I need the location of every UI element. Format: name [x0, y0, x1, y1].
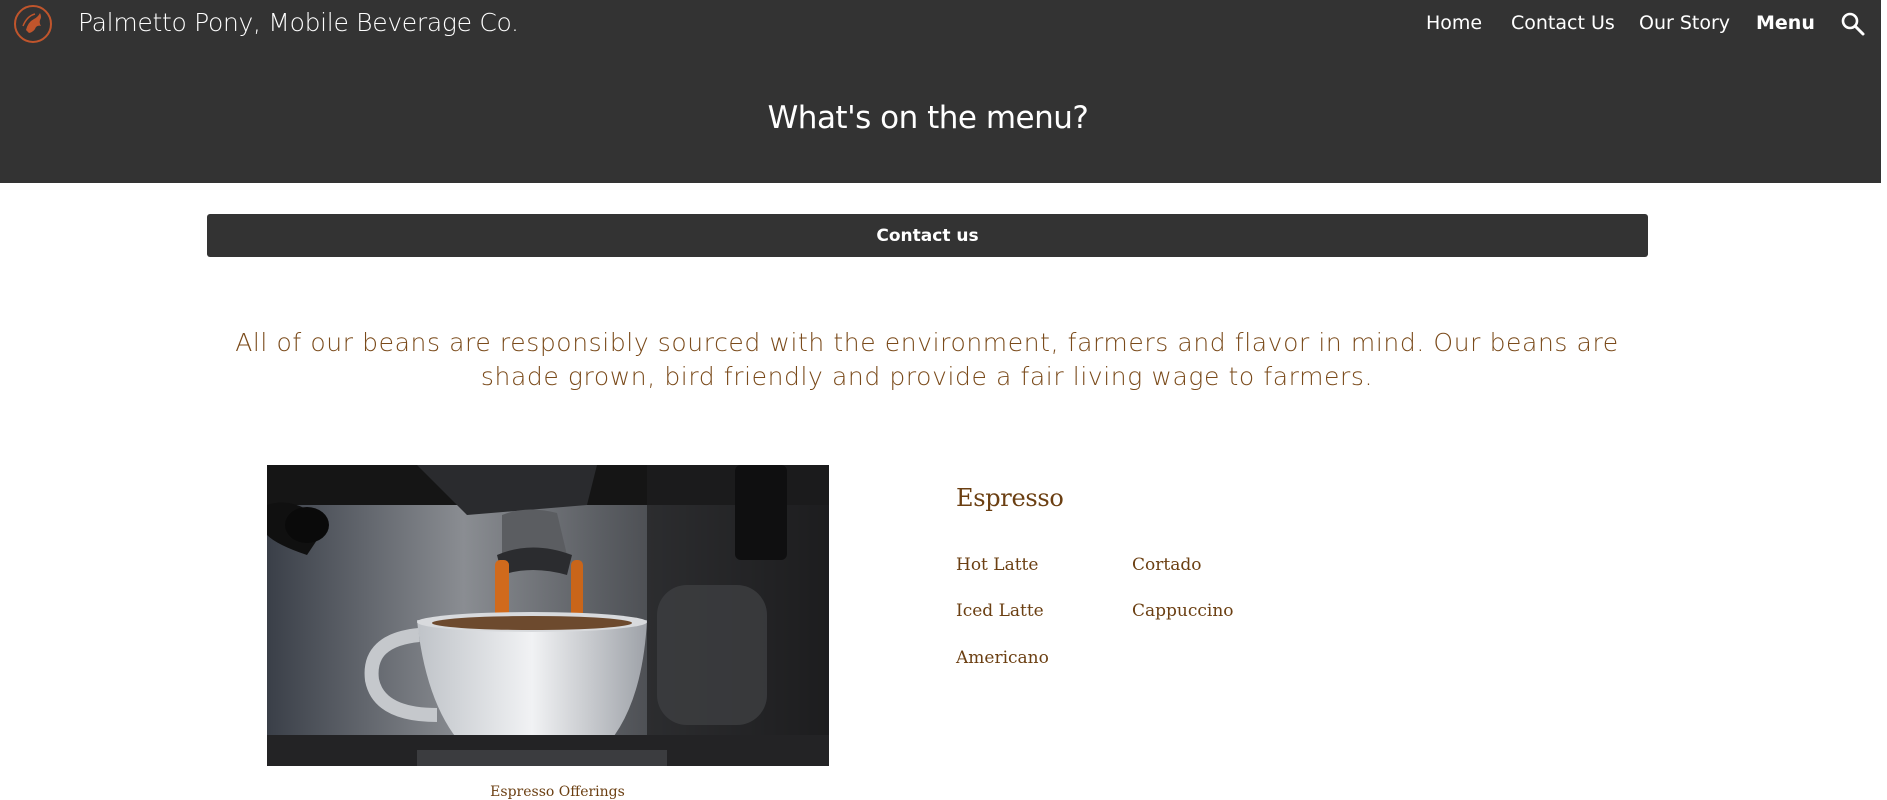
- menu-item-hot-latte: Hot Latte: [956, 555, 1039, 575]
- logo-icon[interactable]: [13, 4, 53, 44]
- scrollbar-track[interactable]: [1881, 0, 1887, 800]
- site-header: Palmetto Pony, Mobile Beverage Co. Home …: [0, 0, 1881, 183]
- nav-our-story[interactable]: Our Story: [1639, 12, 1730, 34]
- menu-item-iced-latte: Iced Latte: [956, 601, 1044, 621]
- nav-home[interactable]: Home: [1426, 12, 1482, 34]
- menu-item-cortado: Cortado: [1132, 555, 1202, 575]
- espresso-photo: [267, 465, 829, 766]
- espresso-heading: Espresso: [956, 484, 1064, 512]
- nav-contact-us[interactable]: Contact Us: [1511, 12, 1615, 34]
- menu-item-americano: Americano: [956, 648, 1049, 668]
- page-title: What's on the menu?: [767, 100, 1089, 136]
- intro-text: All of our beans are responsibly sourced…: [235, 328, 1619, 391]
- search-icon[interactable]: [1840, 11, 1866, 37]
- nav-menu[interactable]: Menu: [1756, 12, 1815, 34]
- menu-item-cappuccino: Cappuccino: [1132, 601, 1234, 621]
- image-caption: Espresso Offerings: [490, 784, 625, 800]
- site-title[interactable]: Palmetto Pony, Mobile Beverage Co.: [78, 8, 519, 37]
- contact-us-button[interactable]: Contact us: [207, 214, 1648, 257]
